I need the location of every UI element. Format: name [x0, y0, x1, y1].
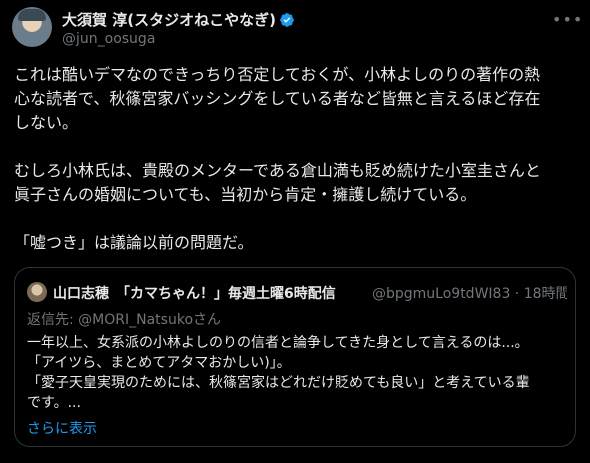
quoted-tweet-body: 一年以上、女系派の小林よしのりの信者と論争してきた身として言えるのは...。 「… [27, 333, 567, 413]
author-handle[interactable]: @jun_oosuga [62, 31, 155, 47]
quoted-tweet-header: 山口志穂 「カマちゃん！」毎週土曜6時配信 @bpgmuLo9tdWI83 · … [27, 282, 567, 302]
show-more-link[interactable]: さらに表示 [27, 418, 97, 438]
quoted-author-avatar[interactable] [27, 282, 47, 302]
quoted-tweet-card[interactable]: 山口志穂 「カマちゃん！」毎週土曜6時配信 @bpgmuLo9tdWI83 · … [14, 267, 576, 447]
tweet-body-line: 「嘘つき」は議論以前の問題だ。 [14, 233, 254, 252]
more-horizontal-icon[interactable]: ••• [552, 10, 582, 29]
reply-to-line: 返信先: @MORI_Natsukoさん [27, 309, 221, 329]
tweet-body-line: むしろ小林氏は、貴殿のメンターである倉山満も貶め続けた小室圭さんと [14, 161, 541, 180]
author-name[interactable]: 大須賀 淳(スタジオねこやなぎ) [62, 9, 276, 30]
tweet-body: これは酷いデマなのできっちり否定しておくが、小林よしのりの著作の熱 心な読者で、… [14, 63, 580, 255]
verified-badge-icon [280, 12, 294, 27]
tweet-body-line: しない。 [14, 113, 79, 132]
quoted-body-line: 「アイツら、まとめてアタマおかしい)」。 [27, 355, 291, 371]
author-header: 大須賀 淳(スタジオねこやなぎ) [62, 9, 295, 30]
tweet-body-line: これは酷いデマなのできっちり否定しておくが、小林よしのりの著作の熱 [14, 65, 541, 84]
author-avatar[interactable] [12, 7, 52, 47]
reply-prefix: 返信先: [27, 312, 79, 328]
quoted-body-line: です。... [27, 395, 81, 411]
quoted-body-line: 「愛子天皇実現のためには、秋篠宮家はどれだけ貶めても良い」と考えている輩 [27, 375, 530, 391]
tweet-body-line: 心な読者で、秋篠宮家バッシングをしている者など皆無と言えるほど存在 [14, 89, 541, 108]
reply-mention-link[interactable]: @MORI_Natsukoさん [78, 312, 221, 328]
quoted-author-handle-time[interactable]: @bpgmuLo9tdWI83 · 18時間 [372, 283, 567, 302]
quoted-body-line: 一年以上、女系派の小林よしのりの信者と論争してきた身として言えるのは...。 [27, 335, 529, 351]
tweet-body-line: 眞子さんの婚姻についても、当初から肯定・擁護し続けている。 [14, 185, 477, 204]
quoted-author-name[interactable]: 山口志穂 「カマちゃん！」毎週土曜6時配信 [53, 283, 336, 302]
